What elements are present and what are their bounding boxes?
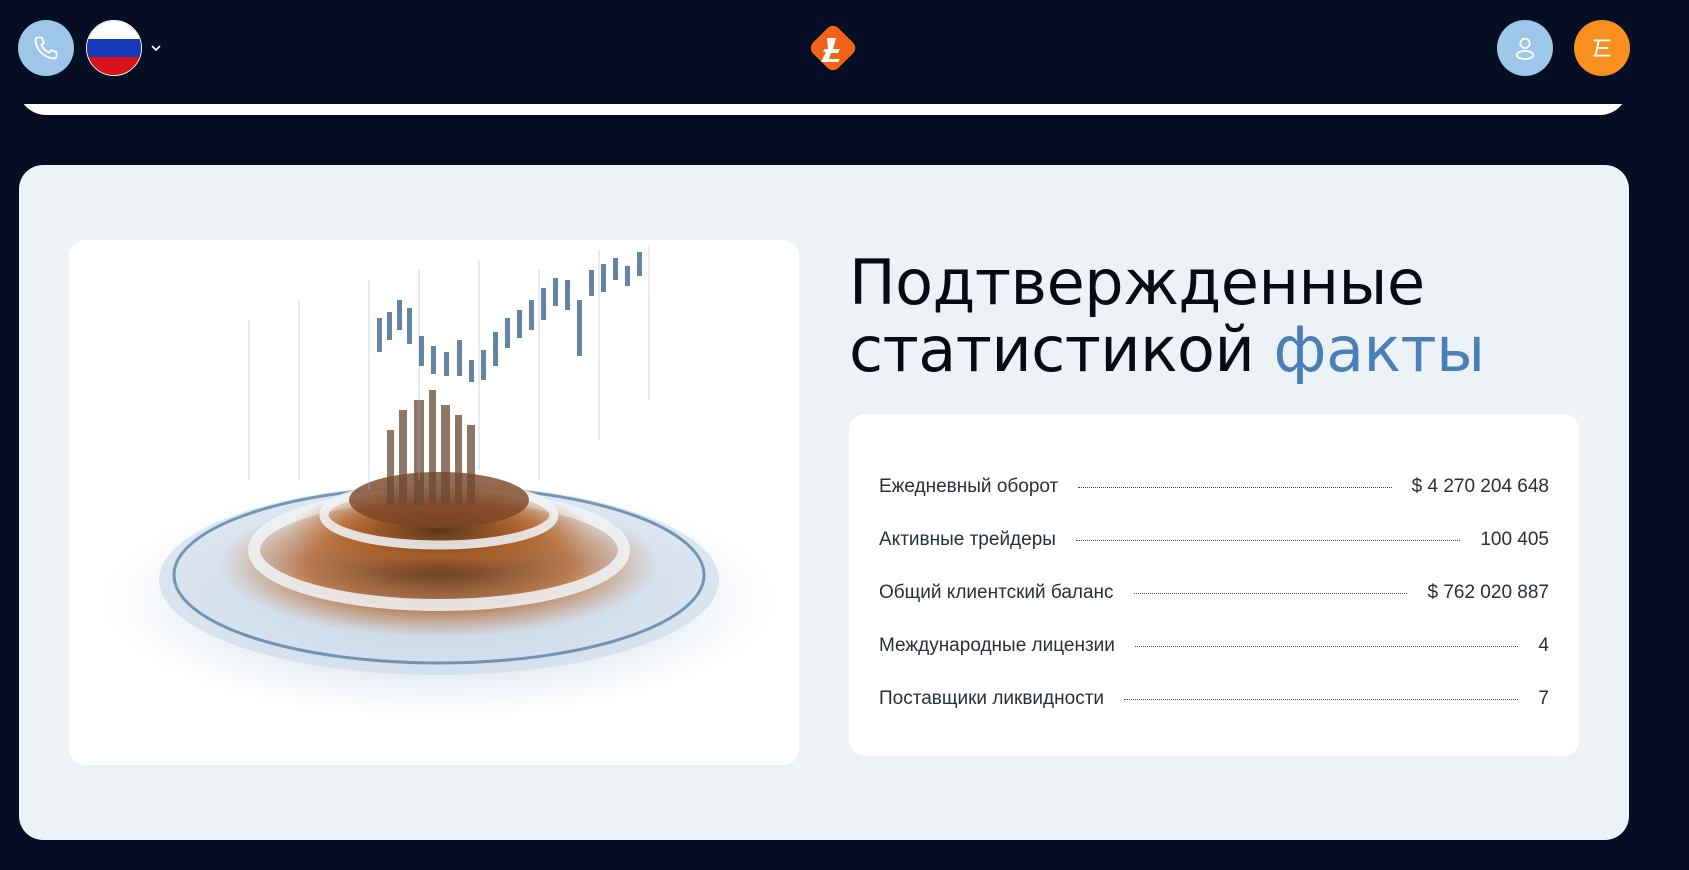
stats-panel: Ежедневный оборот $ 4 270 204 648 Активн… xyxy=(849,414,1579,756)
section-heading: Подтвержденные статистикой факты xyxy=(849,249,1589,383)
stat-value: 7 xyxy=(1538,687,1549,709)
phone-icon xyxy=(34,36,58,60)
heading-line-1: Подтвержденные xyxy=(849,246,1425,319)
stat-value: $ 762 020 887 xyxy=(1427,581,1549,603)
stat-label: Ежедневный оборот xyxy=(879,475,1059,497)
brand-logo[interactable] xyxy=(805,20,861,76)
user-icon xyxy=(1515,37,1535,61)
heading-line-2: статистикой факты xyxy=(849,316,1589,383)
dotted-leader xyxy=(1124,699,1519,700)
phone-button[interactable] xyxy=(18,20,74,76)
stat-label: Активные трейдеры xyxy=(879,528,1056,550)
language-selector[interactable] xyxy=(86,20,170,76)
dotted-leader xyxy=(1134,646,1519,647)
stat-row-daily-turnover: Ежедневный оборот $ 4 270 204 648 xyxy=(879,460,1549,513)
stat-row-active-traders: Активные трейдеры 100 405 xyxy=(879,513,1549,566)
heading-line-2-main: статистикой xyxy=(849,313,1255,386)
stat-value: $ 4 270 204 648 xyxy=(1411,475,1549,497)
menu-icon xyxy=(1593,39,1611,57)
page: Подтвержденные статистикой факты Ежеднев… xyxy=(0,0,1689,870)
dotted-leader xyxy=(1075,540,1461,541)
stat-row-liquidity-providers: Поставщики ликвидности 7 xyxy=(879,672,1549,725)
stats-section: Подтвержденные статистикой факты Ежеднев… xyxy=(19,165,1629,840)
stat-row-licenses: Международные лицензии 4 xyxy=(879,619,1549,672)
heading-accent: факты xyxy=(1273,313,1486,386)
stat-value: 100 405 xyxy=(1480,528,1549,550)
logo-icon xyxy=(810,25,856,71)
stat-value: 4 xyxy=(1538,634,1549,656)
stat-label: Общий клиентский баланс xyxy=(879,581,1114,603)
chevron-down-icon xyxy=(151,45,161,52)
stat-label: Поставщики ликвидности xyxy=(879,687,1105,709)
menu-button[interactable] xyxy=(1574,20,1630,76)
stat-label: Международные лицензии xyxy=(879,634,1115,656)
header xyxy=(0,0,1689,96)
user-account-button[interactable] xyxy=(1497,20,1553,76)
trading-illustration xyxy=(69,240,799,765)
stat-row-client-balance: Общий клиентский баланс $ 762 020 887 xyxy=(879,566,1549,619)
dotted-leader xyxy=(1078,487,1392,488)
russian-flag-icon xyxy=(86,20,142,76)
dotted-leader xyxy=(1133,593,1408,594)
